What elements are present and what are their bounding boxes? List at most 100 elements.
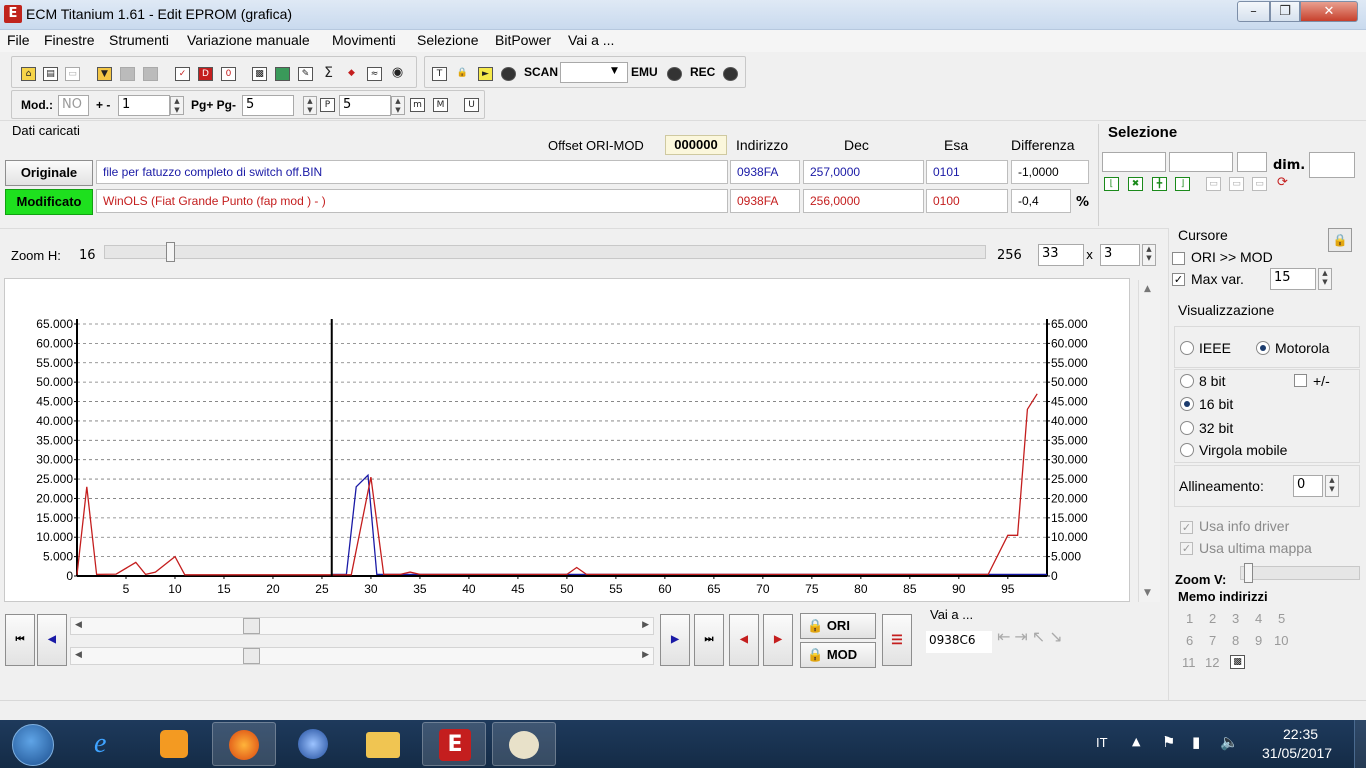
save-icon[interactable] (120, 67, 135, 81)
network-icon[interactable]: ▮ (1192, 733, 1200, 751)
sel-start-icon[interactable]: ⌊ (1104, 177, 1119, 191)
selezione-end-field[interactable] (1169, 152, 1233, 172)
dim-field[interactable] (1309, 152, 1355, 178)
copy-icon[interactable]: ▭ (65, 67, 80, 81)
next-diff-button[interactable]: ▶ (763, 614, 793, 666)
menu-movimenti[interactable]: Movimenti (332, 32, 396, 48)
memo-slot-5[interactable]: 5 (1278, 611, 1285, 626)
sel-undo-icon[interactable]: ⟳ (1275, 176, 1290, 191)
m-big-icon[interactable]: M (433, 98, 448, 112)
thunderbird-icon[interactable] (282, 722, 346, 766)
sel-paste-icon[interactable]: ▭ (1229, 177, 1244, 191)
zoom-h-spinner[interactable]: ▲ ▼ (1142, 244, 1156, 266)
menu-vai-a[interactable]: Vai a ... (568, 32, 614, 48)
lang-indicator[interactable]: IT (1096, 735, 1108, 750)
clock-time[interactable]: 22:35 (1283, 726, 1318, 742)
first-button[interactable]: ⏮ (5, 614, 35, 666)
start-button[interactable] (12, 724, 54, 766)
map-edit-icon[interactable]: ✎ (298, 67, 313, 81)
p-icon[interactable]: P (320, 98, 335, 112)
memo-slot-2[interactable]: 2 (1209, 611, 1216, 626)
checksum-icon[interactable]: ✓ (175, 67, 190, 81)
memo-slot-4[interactable]: 4 (1255, 611, 1262, 626)
usa-ultima-mappa-checkbox[interactable]: ✓ (1180, 542, 1193, 555)
virgola-radio[interactable] (1180, 443, 1194, 457)
tray-chevron-icon[interactable]: ▲ (1132, 735, 1140, 748)
rec-dot-icon[interactable] (723, 67, 738, 81)
save-as-icon[interactable] (143, 67, 158, 81)
usa-info-driver-checkbox[interactable]: ✓ (1180, 521, 1193, 534)
modificato-button[interactable]: Modificato (5, 189, 93, 215)
compare-list-icon[interactable]: ☰ (882, 614, 912, 666)
zoom-v-thumb[interactable] (1244, 563, 1253, 583)
memo-slot-6[interactable]: 6 (1186, 633, 1193, 648)
next-button[interactable]: ▶ (660, 614, 690, 666)
chart-scrollbar[interactable]: ▲ ▼ (1138, 280, 1160, 602)
zoom-h-thumb[interactable] (166, 242, 175, 262)
bit32-radio[interactable] (1180, 421, 1194, 435)
ori-scrollbar[interactable]: ◀ ▶ (70, 617, 654, 635)
sigma-icon[interactable]: Σ (321, 66, 336, 81)
pg-field[interactable]: 5 (242, 95, 294, 116)
driver-icon[interactable]: D (198, 67, 213, 81)
plusminus-spinner[interactable]: ▲ ▼ (170, 96, 184, 115)
bit8-radio[interactable] (1180, 374, 1194, 388)
media-player-icon[interactable] (146, 722, 210, 766)
compare-icon[interactable]: ▩ (252, 67, 267, 81)
mod-button[interactable]: 🔒 MOD (800, 642, 876, 668)
ieee-radio[interactable] (1180, 341, 1194, 355)
ori-mod-checkbox[interactable] (1172, 252, 1185, 265)
record-dot-icon[interactable] (501, 67, 516, 81)
menu-strumenti[interactable]: Strumenti (109, 32, 169, 48)
memory-icon[interactable] (275, 67, 290, 81)
allineamento-spinner[interactable]: ▲ ▼ (1325, 475, 1339, 497)
vai-field[interactable]: 0938C6 (926, 631, 992, 653)
maxvar-checkbox[interactable]: ✓ (1172, 273, 1185, 286)
mod-field[interactable]: NO (58, 95, 89, 116)
selezione-len-field[interactable] (1237, 152, 1267, 172)
chart-svg[interactable]: 0 0 5.000 5.000 10.000 10.000 15.000 15.000 20.0… (5, 279, 1131, 603)
emu-dot-icon[interactable] (667, 67, 682, 81)
p-field[interactable]: 5 (339, 95, 391, 116)
windows-icon[interactable]: ▤ (43, 67, 58, 81)
open-folder-icon[interactable]: ▼ (97, 67, 112, 81)
u-icon[interactable]: U (464, 98, 479, 112)
lock-icon[interactable]: 🔒 (455, 67, 470, 81)
zero-icon[interactable]: 0 (221, 67, 236, 81)
menu-variazione-manuale[interactable]: Variazione manuale (187, 32, 310, 48)
memo-clear-icon[interactable]: ▩ (1230, 655, 1245, 669)
ie-icon[interactable]: e (78, 722, 142, 766)
ori-button[interactable]: 🔒 ORI (800, 613, 876, 639)
prev-button[interactable]: ◀ (37, 614, 67, 666)
chevron-down-icon[interactable]: ▼ (611, 66, 618, 76)
sel-copy-icon[interactable]: ▭ (1206, 177, 1221, 191)
arrows-icon[interactable]: ◆ (344, 67, 359, 81)
flag-icon[interactable]: ⚑ (1162, 733, 1175, 751)
prev-diff-button[interactable]: ◀ (729, 614, 759, 666)
maxvar-spinner[interactable]: ▲ ▼ (1318, 268, 1332, 290)
cursore-lock-icon[interactable]: 🔒 (1328, 228, 1352, 252)
mod-scrollbar[interactable]: ◀ ▶ (70, 647, 654, 665)
pg-spinner[interactable]: ▲ ▼ (303, 96, 317, 115)
zoom-h-field[interactable]: 3 (1100, 244, 1140, 266)
graph-icon[interactable]: ≈ (367, 67, 382, 81)
sel-paste2-icon[interactable]: ▭ (1252, 177, 1267, 191)
memo-slot-1[interactable]: 1 (1186, 611, 1193, 626)
zoom-w-field[interactable]: 33 (1038, 244, 1084, 266)
text-icon[interactable]: T (432, 67, 447, 81)
sel-end-icon[interactable]: ⌋ (1175, 177, 1190, 191)
show-desktop-button[interactable] (1354, 720, 1366, 768)
minimize-button[interactable]: – (1237, 1, 1270, 22)
chart-area[interactable]: 0 0 5.000 5.000 10.000 10.000 15.000 15.000 20.0… (4, 278, 1130, 602)
memo-slot-3[interactable]: 3 (1232, 611, 1239, 626)
selezione-start-field[interactable] (1102, 152, 1166, 172)
home-icon[interactable]: ⌂ (21, 67, 36, 81)
clock-date[interactable]: 31/05/2017 (1262, 745, 1332, 761)
vai-nav-icons[interactable]: ⇤⇥↖↘ (997, 627, 1067, 646)
firefox-icon[interactable] (212, 722, 276, 766)
allineamento-field[interactable]: 0 (1293, 475, 1323, 497)
last-button[interactable]: ⏭ (694, 614, 724, 666)
memo-slot-7[interactable]: 7 (1209, 633, 1216, 648)
binoculars-icon[interactable]: ◉ (390, 66, 405, 81)
maxvar-field[interactable]: 15 (1270, 268, 1316, 290)
